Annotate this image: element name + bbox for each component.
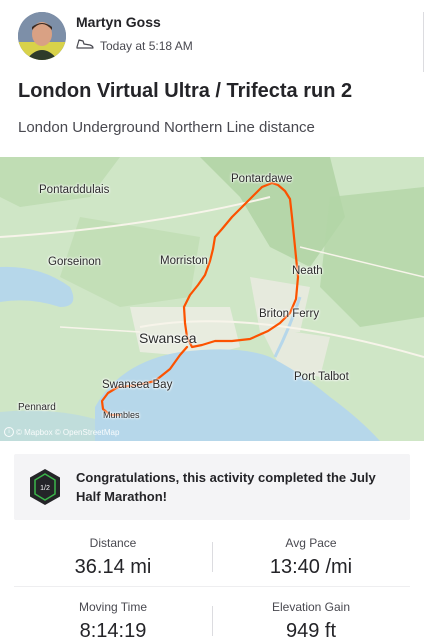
place-label-mumbles: Mumbles xyxy=(103,410,140,420)
challenge-badge-icon: 1/2 xyxy=(28,468,62,511)
place-label-gorseinon: Gorseinon xyxy=(48,256,102,268)
place-label-morriston: Morriston xyxy=(160,255,208,267)
activity-timestamp: Today at 5:18 AM xyxy=(100,38,193,53)
map-attribution[interactable]: i © Mapbox © OpenStreetMap xyxy=(4,427,119,437)
stat-distance: Distance 36.14 mi xyxy=(14,536,212,579)
badge-text: 1/2 xyxy=(40,485,50,492)
place-label-swansea-bay: Swansea Bay xyxy=(102,379,173,391)
stat-avg-pace: Avg Pace 13:40 /mi xyxy=(212,536,410,579)
run-shoe-icon xyxy=(76,38,94,53)
athlete-name[interactable]: Martyn Goss xyxy=(76,14,161,30)
stat-label: Avg Pace xyxy=(285,536,337,550)
place-label-pontarddulais: Pontarddulais xyxy=(39,184,110,196)
place-label-briton-ferry: Briton Ferry xyxy=(259,308,320,320)
stat-label: Distance xyxy=(89,536,137,550)
activity-meta: Today at 5:18 AM xyxy=(76,38,193,53)
stat-elevation-gain: Elevation Gain 949 ft xyxy=(212,600,410,643)
achievement-text: Congratulations, this activity completed… xyxy=(76,470,376,504)
stat-value: 13:40 /mi xyxy=(269,556,353,578)
place-label-pennard: Pennard xyxy=(18,402,56,413)
place-label-port-talbot: Port Talbot xyxy=(294,371,349,383)
stat-label: Elevation Gain xyxy=(271,600,351,614)
activity-header: Martyn Goss Today at 5:18 AM xyxy=(18,12,424,64)
achievement-banner[interactable]: 1/2 Congratulations, this activity compl… xyxy=(14,454,410,520)
place-label-pontardawe: Pontardawe xyxy=(231,173,293,185)
stats-grid: Distance 36.14 mi Avg Pace 13:40 /mi Mov… xyxy=(14,530,410,643)
route-map[interactable]: Pontardawe Pontarddulais Gorseinon Morri… xyxy=(0,157,424,441)
activity-description: London Underground Northern Line distanc… xyxy=(18,119,315,136)
stat-moving-time: Moving Time 8:14:19 xyxy=(14,600,212,643)
stat-label: Moving Time xyxy=(78,600,148,614)
stat-row-divider xyxy=(14,586,410,587)
activity-title[interactable]: London Virtual Ultra / Trifecta run 2 xyxy=(18,80,412,103)
avatar[interactable] xyxy=(18,12,66,60)
place-label-neath: Neath xyxy=(292,265,323,277)
place-label-swansea: Swansea xyxy=(139,330,197,346)
info-icon[interactable]: i xyxy=(4,427,14,437)
stat-value: 36.14 mi xyxy=(74,556,152,578)
